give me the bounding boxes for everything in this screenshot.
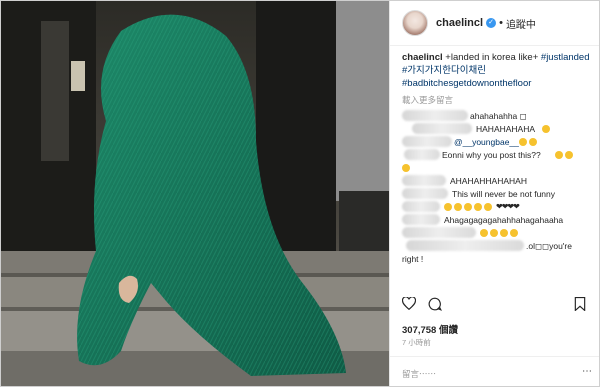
post-side-panel: chaelincl ✓ • 追蹤中 chaelincl +landed in k… [389, 1, 599, 386]
hashtag-badbitches[interactable]: #badbitchesgetdownonthefloor [402, 78, 531, 89]
comment-text: Eonni why you post this?? [442, 150, 541, 160]
laughing-emoji-icon [484, 203, 492, 211]
post-timestamp: 7 小時前 [402, 338, 431, 347]
comment-text: This will never be not funny [452, 189, 555, 199]
caption-username[interactable]: chaelincl [402, 52, 443, 63]
comment-bubble-icon[interactable] [428, 297, 443, 316]
comment-row: HAHAHAHAHA [402, 123, 593, 136]
clap-emoji-icon [529, 138, 537, 146]
laughing-emoji-icon [480, 229, 488, 237]
separator-dot: • [499, 17, 503, 29]
laughing-emoji-icon [474, 203, 482, 211]
comment-text: .ol◻◻you're [526, 241, 572, 251]
following-button[interactable]: 追蹤中 [506, 16, 536, 31]
bookmark-icon[interactable] [574, 297, 586, 316]
comment-text: right ! [402, 254, 424, 264]
more-options-icon[interactable]: ⋯ [582, 366, 592, 377]
laughing-emoji-icon [565, 151, 573, 159]
comment-row: AHAHAHHAHAHAH [402, 175, 593, 188]
laughing-emoji-icon [490, 229, 498, 237]
comment-row [402, 227, 593, 240]
hashtag-justlanded[interactable]: #justlanded [541, 52, 590, 63]
comment-row: Eonni why you post this?? [402, 149, 593, 162]
laughing-emoji-icon [519, 138, 527, 146]
comment-text: ahahahahha ◻ [470, 111, 527, 121]
comment-row: ahahahahha ◻ [402, 110, 593, 123]
comment-text: HAHAHAHAHA [476, 124, 536, 134]
laughing-emoji-icon [402, 164, 410, 172]
photo-illustration [1, 1, 389, 386]
username-link[interactable]: chaelincl [436, 17, 483, 29]
comment-row [402, 162, 593, 175]
comment-mention[interactable]: @__youngbae__ [454, 136, 519, 148]
load-more-comments[interactable]: 載入更多留言 [402, 94, 593, 106]
post-actions [401, 296, 592, 316]
comments-area: chaelincl +landed in korea like+ #justla… [390, 46, 599, 266]
laughing-emoji-icon [500, 229, 508, 237]
post-header: chaelincl ✓ • 追蹤中 [390, 1, 599, 46]
comment-text: Ahagagagagahahhahagahaaha [444, 215, 564, 225]
instagram-post-window: chaelincl ✓ • 追蹤中 chaelincl +landed in k… [0, 0, 600, 387]
like-heart-icon[interactable] [401, 296, 417, 315]
comment-text: AHAHAHHAHAHAH [450, 176, 527, 186]
comment-row: Ahagagagagahahhahagahaaha [402, 214, 593, 227]
likes-count[interactable]: 307,758 個讚 [402, 322, 458, 336]
verified-badge-icon: ✓ [486, 18, 497, 28]
comment-row: @__youngbae__ [402, 136, 593, 149]
post-photo[interactable] [1, 1, 389, 386]
hashtag-korean[interactable]: #가지가지한다이채린 [402, 65, 486, 76]
laughing-emoji-icon [555, 151, 563, 159]
laughing-emoji-icon [542, 125, 550, 133]
comment-row: ❤❤❤❤ [402, 201, 593, 214]
add-comment-input[interactable]: 留言⋯⋯ [402, 368, 436, 380]
avatar[interactable] [402, 10, 428, 36]
laughing-emoji-icon [464, 203, 472, 211]
add-comment-bar: 留言⋯⋯ ⋯ [390, 356, 599, 386]
comment-row: .ol◻◻you're [402, 240, 593, 253]
comment-row: right ! [402, 253, 593, 266]
hearts-emoji-icon: ❤❤❤❤ [496, 202, 520, 211]
comment-row: This will never be not funny [402, 188, 593, 201]
caption-text: +landed in korea like+ [442, 52, 541, 63]
laughing-emoji-icon [510, 229, 518, 237]
laughing-emoji-icon [444, 203, 452, 211]
post-caption: chaelincl +landed in korea like+ #justla… [402, 51, 593, 90]
laughing-emoji-icon [454, 203, 462, 211]
